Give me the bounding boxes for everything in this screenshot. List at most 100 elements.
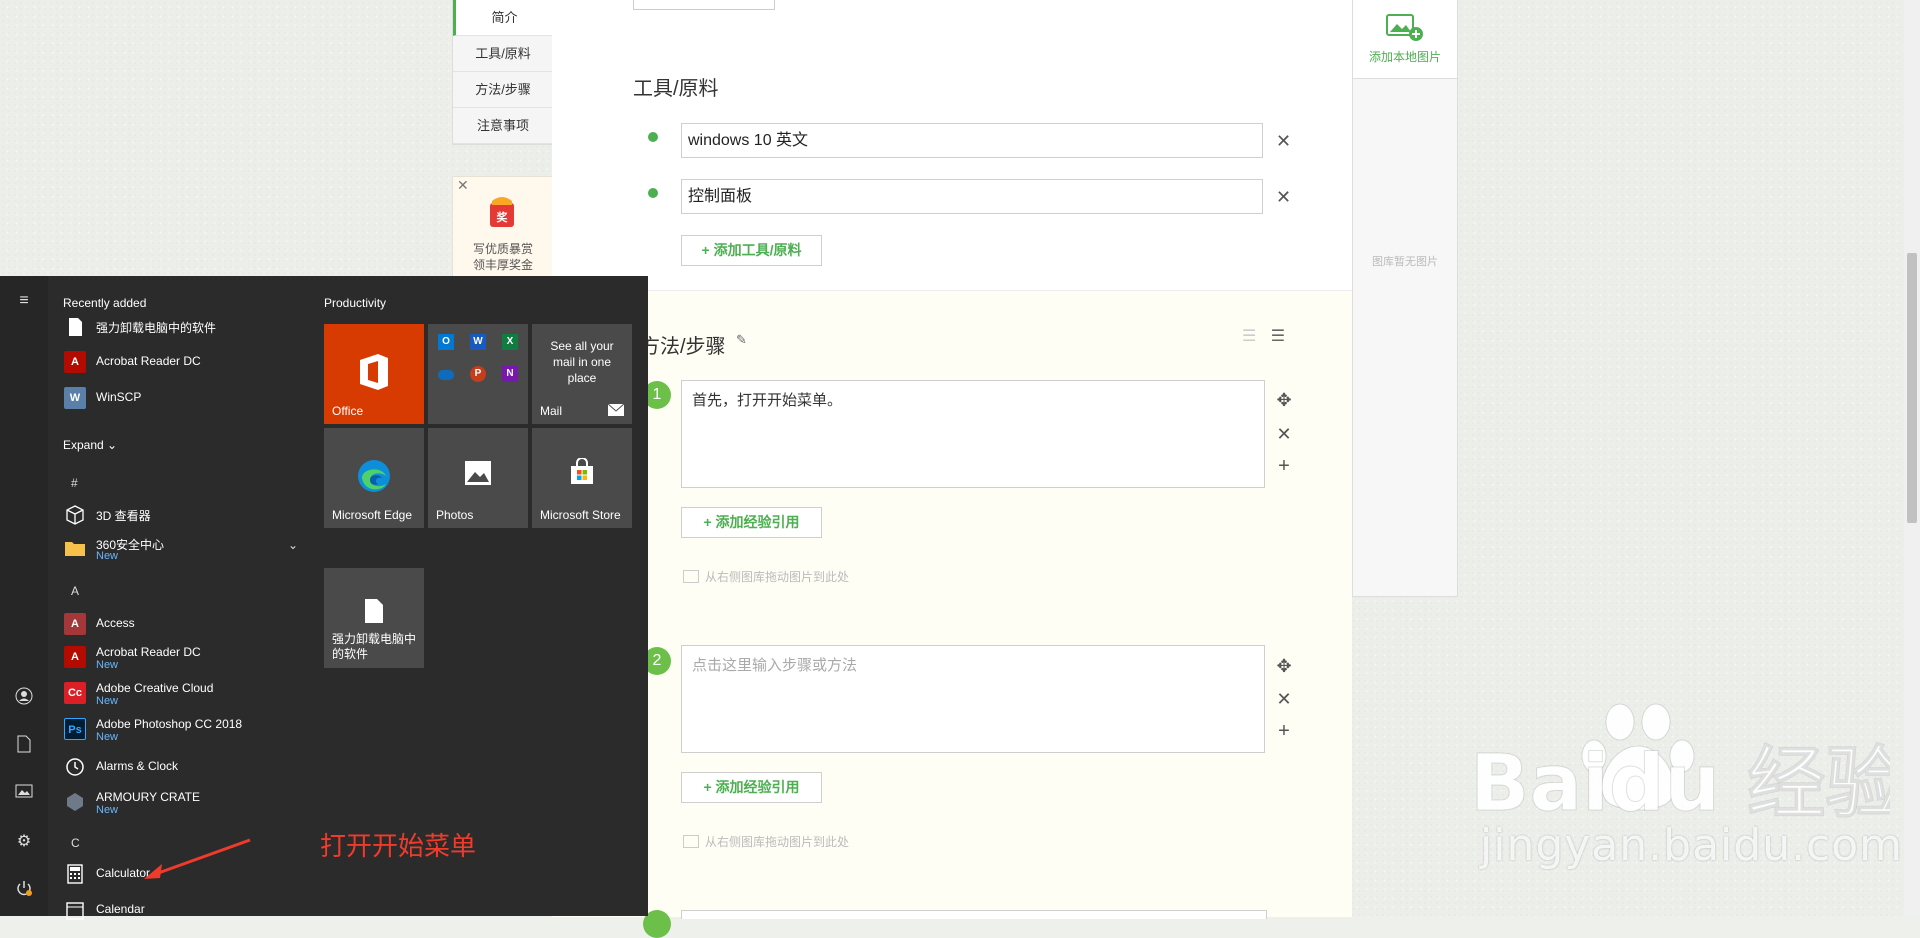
reward-text: 写优质暴赏 领丰厚奖金 bbox=[453, 241, 553, 273]
photos-tile[interactable]: Photos bbox=[428, 428, 528, 528]
store-tile-label: Microsoft Store bbox=[540, 508, 621, 522]
section-letter-a[interactable]: A bbox=[71, 584, 79, 598]
app-name: Alarms & Clock bbox=[96, 759, 179, 773]
drag-image-hint-2: 从右侧图库拖动图片到此处 bbox=[683, 833, 849, 850]
app-calendar[interactable]: Calendar bbox=[62, 896, 302, 924]
office-tile[interactable]: Office bbox=[324, 324, 424, 424]
delete-tool-1-icon[interactable]: ✕ bbox=[1276, 132, 1291, 150]
nav-intro[interactable]: 简介 bbox=[453, 0, 553, 36]
office-tile-label: Office bbox=[332, 404, 364, 418]
watermark-url: jingyan.baidu.com bbox=[1480, 820, 1904, 871]
delete-tool-2-icon[interactable]: ✕ bbox=[1276, 188, 1291, 206]
mail-tile-text: See all your mail in one place bbox=[550, 339, 614, 385]
app-name: Adobe Photoshop CC 2018 bbox=[96, 717, 243, 731]
app-360-security[interactable]: 360安全中心 New ⌄ bbox=[62, 534, 302, 562]
store-tile[interactable]: Microsoft Store bbox=[532, 428, 632, 528]
delete-step-1-icon[interactable]: ✕ bbox=[1274, 424, 1294, 444]
recently-added-heading: Recently added bbox=[63, 296, 147, 310]
nav-tools[interactable]: 工具/原料 bbox=[453, 36, 553, 72]
edge-tile[interactable]: Microsoft Edge bbox=[324, 428, 424, 528]
recent-app-acrobat[interactable]: A Acrobat Reader DC bbox=[62, 348, 302, 376]
recent-app-uninstaller[interactable]: 强力卸载电脑中的软件 bbox=[62, 313, 302, 341]
app-3d-viewer[interactable]: 3D 查看器 bbox=[62, 501, 302, 529]
image-placeholder-icon bbox=[683, 570, 699, 583]
app-photoshop[interactable]: Ps Adobe Photoshop CC 2018 New bbox=[62, 715, 302, 743]
step-3-textarea-partial[interactable] bbox=[681, 910, 1267, 919]
app-name: ARMOURY CRATE bbox=[96, 790, 201, 804]
windows-start-menu: ≡ ⚙ Recently added 强力卸载电脑中的软件 A Acrobat … bbox=[0, 276, 648, 920]
app-access[interactable]: A Access bbox=[62, 610, 302, 638]
app-name: Adobe Creative Cloud bbox=[96, 681, 214, 695]
intro-input-edge[interactable] bbox=[633, 0, 775, 10]
mail-tile[interactable]: See all your mail in one place Mail bbox=[532, 324, 632, 424]
move-step-2-icon[interactable]: ✥ bbox=[1274, 656, 1294, 676]
unordered-list-icon[interactable]: ☰ bbox=[1271, 328, 1285, 345]
steps-section-title: 方法/步骤 bbox=[640, 336, 726, 358]
move-step-1-icon[interactable]: ✥ bbox=[1274, 390, 1294, 410]
documents-icon[interactable] bbox=[13, 735, 35, 757]
image-library-panel: 添加本地图片 图库暂无图片 bbox=[1352, 0, 1458, 597]
word-icon: W bbox=[470, 334, 486, 350]
calendar-icon bbox=[66, 902, 84, 920]
scrollbar-thumb[interactable] bbox=[1907, 253, 1917, 523]
add-tool-button[interactable]: + 添加工具/原料 bbox=[681, 235, 822, 266]
section-letter-hash[interactable]: # bbox=[71, 476, 78, 490]
app-name: Acrobat Reader DC bbox=[96, 645, 201, 659]
office-apps-folder-tile[interactable]: O W X P N bbox=[428, 324, 528, 424]
add-step-after-1-icon[interactable]: + bbox=[1274, 456, 1294, 476]
winscp-icon: W bbox=[64, 387, 86, 409]
app-acrobat-reader[interactable]: A Acrobat Reader DC New bbox=[62, 643, 302, 671]
folder-icon bbox=[65, 542, 85, 556]
power-icon[interactable] bbox=[13, 879, 35, 901]
drag-hint-text: 从右侧图库拖动图片到此处 bbox=[705, 835, 850, 849]
tool-input-1[interactable]: windows 10 英文 bbox=[681, 123, 1263, 158]
document-icon bbox=[365, 599, 383, 623]
document-icon bbox=[69, 318, 82, 336]
nav-steps[interactable]: 方法/步骤 bbox=[453, 72, 553, 108]
reward-banner[interactable]: ✕ 奖 写优质暴赏 领丰厚奖金 bbox=[452, 176, 554, 278]
edit-pencil-icon[interactable]: ✎ bbox=[736, 332, 747, 348]
drag-image-hint-1: 从右侧图库拖动图片到此处 bbox=[683, 568, 849, 585]
annotation-text: 打开开始菜单 bbox=[320, 831, 477, 861]
new-badge: New bbox=[96, 804, 119, 816]
settings-gear-icon[interactable]: ⚙ bbox=[13, 831, 35, 853]
user-account-icon[interactable] bbox=[13, 687, 35, 709]
add-reference-button-2[interactable]: + 添加经验引用 bbox=[681, 772, 822, 803]
expand-recent-button[interactable]: Expand ⌄ bbox=[63, 438, 117, 452]
section-letter-c[interactable]: C bbox=[71, 836, 80, 850]
ordered-list-icon[interactable]: ☰ bbox=[1242, 328, 1256, 345]
app-name: Calendar bbox=[96, 902, 145, 916]
add-local-image-button[interactable]: 添加本地图片 bbox=[1353, 0, 1457, 79]
reward-badge: 奖 bbox=[497, 210, 509, 224]
mail-tile-label: Mail bbox=[540, 404, 563, 418]
app-armoury-crate[interactable]: ARMOURY CRATE New bbox=[62, 788, 302, 816]
outlook-icon: O bbox=[438, 334, 454, 350]
add-reference-button-1[interactable]: + 添加经验引用 bbox=[681, 507, 822, 538]
start-menu-rail: ≡ ⚙ bbox=[0, 276, 48, 916]
pictures-icon[interactable] bbox=[13, 783, 35, 805]
app-alarms-clock[interactable]: Alarms & Clock bbox=[62, 753, 302, 781]
add-image-icon bbox=[1386, 14, 1423, 41]
app-adobe-creative-cloud[interactable]: Cc Adobe Creative Cloud New bbox=[62, 679, 302, 707]
reward-line-2: 领丰厚奖金 bbox=[472, 258, 533, 272]
step-2-textarea[interactable]: 点击这里输入步骤或方法 bbox=[681, 645, 1265, 753]
photos-tile-label: Photos bbox=[436, 508, 474, 522]
excel-icon: X bbox=[502, 334, 518, 350]
close-icon[interactable]: ✕ bbox=[457, 177, 469, 194]
nav-notes[interactable]: 注意事项 bbox=[453, 108, 553, 144]
delete-step-2-icon[interactable]: ✕ bbox=[1274, 689, 1294, 709]
uninstaller-doc-tile[interactable]: 强力卸载电脑中的软件 bbox=[324, 568, 424, 668]
alarm-clock-icon bbox=[66, 758, 84, 776]
step-1-textarea[interactable]: 首先，打开开始菜单。 bbox=[681, 380, 1265, 488]
add-local-image-label: 添加本地图片 bbox=[1368, 50, 1441, 64]
tool-input-2[interactable]: 控制面板 bbox=[681, 179, 1263, 214]
productivity-group-title: Productivity bbox=[324, 296, 387, 310]
uninstaller-tile-label: 强力卸载电脑中的软件 bbox=[332, 632, 417, 661]
hamburger-menu-icon[interactable]: ≡ bbox=[13, 290, 35, 312]
image-placeholder-icon bbox=[683, 835, 699, 848]
office-logo-icon bbox=[360, 354, 388, 390]
chevron-down-icon[interactable]: ⌄ bbox=[288, 538, 298, 552]
recent-app-winscp[interactable]: W WinSCP bbox=[62, 384, 302, 412]
add-step-after-2-icon[interactable]: + bbox=[1274, 721, 1294, 741]
page-scrollbar[interactable] bbox=[1904, 0, 1920, 916]
